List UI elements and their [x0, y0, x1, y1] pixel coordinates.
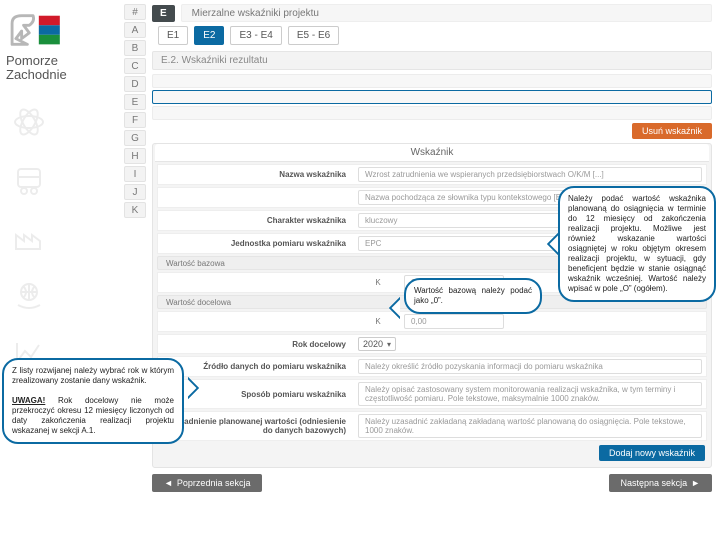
atom-icon	[10, 103, 48, 141]
year-select[interactable]: 2020 ▾	[358, 337, 396, 351]
section-pill[interactable]: G	[124, 130, 146, 146]
tab-e3-e4[interactable]: E3 - E4	[230, 26, 281, 45]
main-content: # A B C D E F G H I J K E Mierzalne wska…	[120, 0, 720, 540]
section-pill[interactable]: #	[124, 4, 146, 20]
justification-field[interactable]: Należy uzasadnić zakładaną zakładaną war…	[358, 414, 702, 438]
base-unit: K	[358, 278, 398, 287]
target-unit: K	[358, 317, 398, 326]
chevron-down-icon: ▾	[387, 340, 391, 349]
indicator-char-label: Charakter wskaźnika	[162, 216, 352, 225]
chevron-left-icon: ◄	[164, 478, 173, 488]
brand-line2: Zachodnie	[6, 67, 67, 82]
year-select-value: 2020	[363, 339, 383, 349]
indicator-panel-title: Wskaźnik	[155, 144, 709, 162]
indicator-list	[152, 74, 712, 120]
list-item[interactable]	[152, 90, 712, 104]
section-pill[interactable]: E	[124, 94, 146, 110]
section-pill[interactable]: C	[124, 58, 146, 74]
tab-e5-e6[interactable]: E5 - E6	[288, 26, 339, 45]
section-pill[interactable]: K	[124, 202, 146, 218]
section-pill[interactable]: I	[124, 166, 146, 182]
callout-base-value: Wartość bazową należy podać jako „0”.	[404, 278, 542, 314]
prev-section-button[interactable]: ◄ Poprzednia sekcja	[152, 474, 262, 492]
logo-griffin-icon	[6, 10, 64, 52]
section-letter-tab: E	[152, 5, 175, 22]
logo: Pomorze Zachodnie	[6, 10, 106, 81]
target-value-field[interactable]: 0,00	[404, 314, 504, 329]
chevron-right-icon: ►	[691, 478, 700, 488]
indicator-unit-label: Jednostka pomiaru wskaźnika	[162, 239, 352, 248]
justification-label: Uzasadnienie planowanej wartości (odnies…	[162, 417, 352, 435]
section-title: Mierzalne wskaźniki projektu	[181, 4, 712, 22]
list-item[interactable]	[152, 74, 712, 88]
callout-target-value: Należy podać wartość wskaźnika planowaną…	[558, 186, 716, 302]
method-field[interactable]: Należy opisać zastosowany system monitor…	[358, 382, 702, 406]
section-pill[interactable]: H	[124, 148, 146, 164]
section-pill[interactable]: B	[124, 40, 146, 56]
year-label: Rok docelowy	[162, 340, 352, 349]
callout-target-year: Z listy rozwijanej należy wybrać rok w k…	[2, 358, 184, 444]
train-icon	[10, 161, 48, 199]
delete-indicator-button[interactable]: Usuń wskaźnik	[632, 123, 712, 139]
factory-icon	[10, 219, 48, 257]
add-indicator-button[interactable]: Dodaj nowy wskaźnik	[599, 445, 705, 461]
globe-hand-icon	[10, 277, 48, 315]
tab-e2[interactable]: E2	[194, 26, 224, 45]
tab-e1[interactable]: E1	[158, 26, 188, 45]
section-heading: E.2. Wskaźniki rezultatu	[152, 51, 712, 70]
source-field[interactable]: Należy określić źródło pozyskania inform…	[358, 359, 702, 374]
section-pill[interactable]: A	[124, 22, 146, 38]
source-label: Źródło danych do pomiaru wskaźnika	[162, 362, 352, 371]
indicator-name-label: Nazwa wskaźnika	[162, 170, 352, 179]
section-pill[interactable]: F	[124, 112, 146, 128]
indicator-name-field[interactable]: Wzrost zatrudnienia we wspieranych przed…	[358, 167, 702, 182]
sub-tabs: E1 E2 E3 - E4 E5 - E6	[152, 26, 712, 45]
list-item[interactable]	[152, 106, 712, 120]
brand-column: Pomorze Zachodnie	[0, 0, 120, 540]
section-pill[interactable]: J	[124, 184, 146, 200]
section-pill[interactable]: D	[124, 76, 146, 92]
next-section-button[interactable]: Następna sekcja ►	[609, 474, 712, 492]
